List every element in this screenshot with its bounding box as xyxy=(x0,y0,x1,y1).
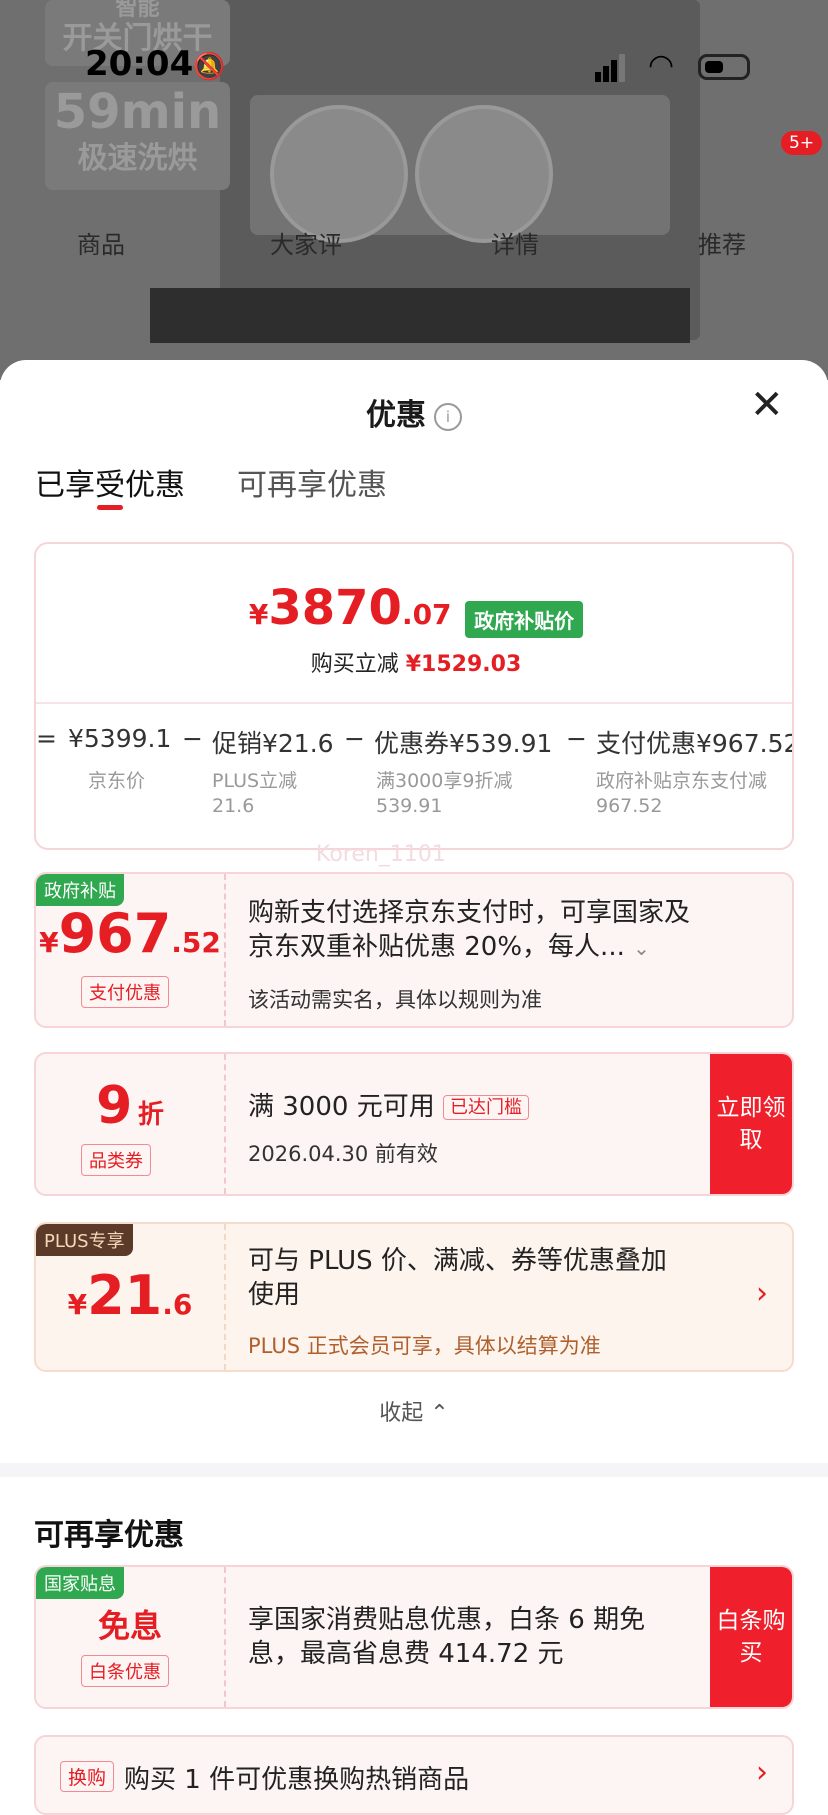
tab-details[interactable]: 详情 xyxy=(491,225,539,260)
exchange-offer[interactable]: 换购 购买 1 件可优惠换购热销商品 › xyxy=(34,1735,794,1815)
offer-description: 可与 PLUS 价、满减、券等优惠叠加 使用 xyxy=(248,1246,667,1310)
chevron-right-icon[interactable]: › xyxy=(756,1755,768,1790)
formula-value: 支付优惠¥967.52 xyxy=(596,729,792,758)
offer-description: 购新支付选择京东支付时，可享国家及 京东双重补贴优惠 20%，每人... ⌄ xyxy=(248,898,691,962)
coupon-expiry: 2026.04.30 前有效 xyxy=(248,1142,438,1166)
sheet-title: 优惠 i xyxy=(0,390,828,434)
tab-enjoyed-discounts[interactable]: 已享受优惠 xyxy=(35,460,185,504)
watermark: Koren_1101 xyxy=(316,842,446,867)
offer-amount-area: 9 折 品类券 xyxy=(36,1054,226,1194)
baitiao-discount-chip: 白条优惠 xyxy=(81,1655,169,1687)
offer-corner-tag: PLUS专享 xyxy=(36,1224,133,1256)
offer-note: PLUS 正式会员可享，具体以结算为准 xyxy=(248,1334,601,1358)
price-summary-card: ¥3870.07 政府补贴价 购买立减 ¥1529.03 = ¥5399.1 京… xyxy=(34,542,796,867)
wifi-icon: ◠ xyxy=(648,48,675,83)
exchange-text: 购买 1 件可优惠换购热销商品 xyxy=(124,1765,470,1795)
threshold-reached-tag: 已达门槛 xyxy=(442,1094,529,1120)
collapse-button[interactable]: 收起 ⌃ xyxy=(0,1395,828,1427)
offer-amount-area: PLUS专享 ¥21.6 xyxy=(36,1224,226,1370)
section-gap xyxy=(0,1463,828,1477)
chevron-right-icon[interactable]: › xyxy=(756,1276,768,1311)
formula-value: 促销¥21.6 xyxy=(212,729,334,758)
cellular-signal-icon xyxy=(595,54,625,82)
price-formula: = ¥5399.1 京东价 − 促销¥21.6 PLUS立减 21.6 − 优惠券… xyxy=(36,724,792,824)
gov-subsidy-price-tag: 政府补贴价 xyxy=(465,601,584,638)
formula-label: 京东价 xyxy=(88,770,146,792)
formula-op: − xyxy=(566,724,587,753)
chevron-up-icon: ⌃ xyxy=(430,1401,449,1426)
baitiao-buy-button[interactable]: 白条购买 xyxy=(710,1567,792,1707)
category-coupon-chip: 品类券 xyxy=(81,1144,151,1176)
formula-label: 政府补贴京东支付减 967.52 xyxy=(596,770,768,817)
expand-chevron-icon[interactable]: ⌄ xyxy=(633,936,650,960)
active-tab-indicator xyxy=(97,505,123,510)
offer-amount-area: 政府补贴 ¥967.52 支付优惠 xyxy=(36,874,226,1026)
offer-note: 该活动需实名，具体以规则为准 xyxy=(248,988,542,1012)
tab-more-discounts[interactable]: 可再享优惠 xyxy=(237,460,387,504)
control-panel xyxy=(150,288,690,343)
claim-coupon-button[interactable]: 立即领取 xyxy=(710,1054,792,1194)
coupon-discount: 9 折 xyxy=(96,1076,164,1136)
mute-bell-icon: 🔕 xyxy=(193,52,226,82)
formula-op: − xyxy=(344,724,365,753)
formula-value: 优惠券¥539.91 xyxy=(374,729,553,758)
discount-sheet: 优惠 i ✕ 已享受优惠 可再享优惠 ¥3870.07 政府补贴价 购买立减 ¥1… xyxy=(0,360,828,1815)
battery-icon xyxy=(698,54,750,80)
tab-reviews[interactable]: 大家评 xyxy=(270,225,342,260)
gov-subsidy-offer[interactable]: 政府补贴 ¥967.52 支付优惠 购新支付选择京东支付时，可享国家及 京东双重… xyxy=(34,872,794,1028)
tab-recommend[interactable]: 推荐 xyxy=(698,225,746,260)
formula-label: PLUS立减 21.6 xyxy=(212,770,298,817)
category-coupon-offer: 9 折 品类券 满 3000 元可用 已达门槛 2026.04.30 前有效 立… xyxy=(34,1052,794,1196)
more-discounts-title: 可再享优惠 xyxy=(34,1518,184,1553)
close-icon[interactable]: ✕ xyxy=(750,382,784,428)
divider xyxy=(36,702,792,704)
exchange-tag: 换购 xyxy=(60,1761,115,1792)
offer-description: 享国家消费贴息优惠，白条 6 期免 息，最高省息费 414.72 元 xyxy=(248,1605,646,1669)
product-tabs: 商品 大家评 详情 推荐 xyxy=(0,225,828,265)
status-bar: 20:04 🔕 ◠ 5+ xyxy=(0,0,828,155)
info-icon[interactable]: i xyxy=(434,402,462,431)
cart-count-badge: 5+ xyxy=(781,131,823,155)
coupon-condition: 满 3000 元可用 已达门槛 xyxy=(248,1090,529,1125)
tab-product[interactable]: 商品 xyxy=(77,225,125,260)
offer-corner-tag: 国家贴息 xyxy=(36,1567,124,1599)
formula-op: − xyxy=(182,724,203,753)
purchase-reduction: 购买立减 ¥1529.03 xyxy=(310,652,522,677)
interest-free-offer: 国家贴息 免息 白条优惠 享国家消费贴息优惠，白条 6 期免 息，最高省息费 4… xyxy=(34,1565,794,1709)
offer-amount-area: 国家贴息 免息 白条优惠 xyxy=(36,1567,226,1707)
payment-discount-chip: 支付优惠 xyxy=(81,976,169,1008)
final-price: ¥3870.07 政府补贴价 xyxy=(36,580,796,638)
interest-free-amount: 免息 xyxy=(97,1607,162,1645)
formula-value: ¥5399.1 xyxy=(68,724,172,753)
formula-op: = xyxy=(36,724,57,753)
clock: 20:04 xyxy=(85,44,194,84)
offer-amount: ¥967.52 xyxy=(39,902,221,965)
formula-label: 满3000享9折减 539.91 xyxy=(376,770,513,817)
offer-amount: ¥21.6 xyxy=(67,1264,193,1327)
plus-offer[interactable]: PLUS专享 ¥21.6 可与 PLUS 价、满减、券等优惠叠加 使用 PLUS… xyxy=(34,1222,794,1372)
